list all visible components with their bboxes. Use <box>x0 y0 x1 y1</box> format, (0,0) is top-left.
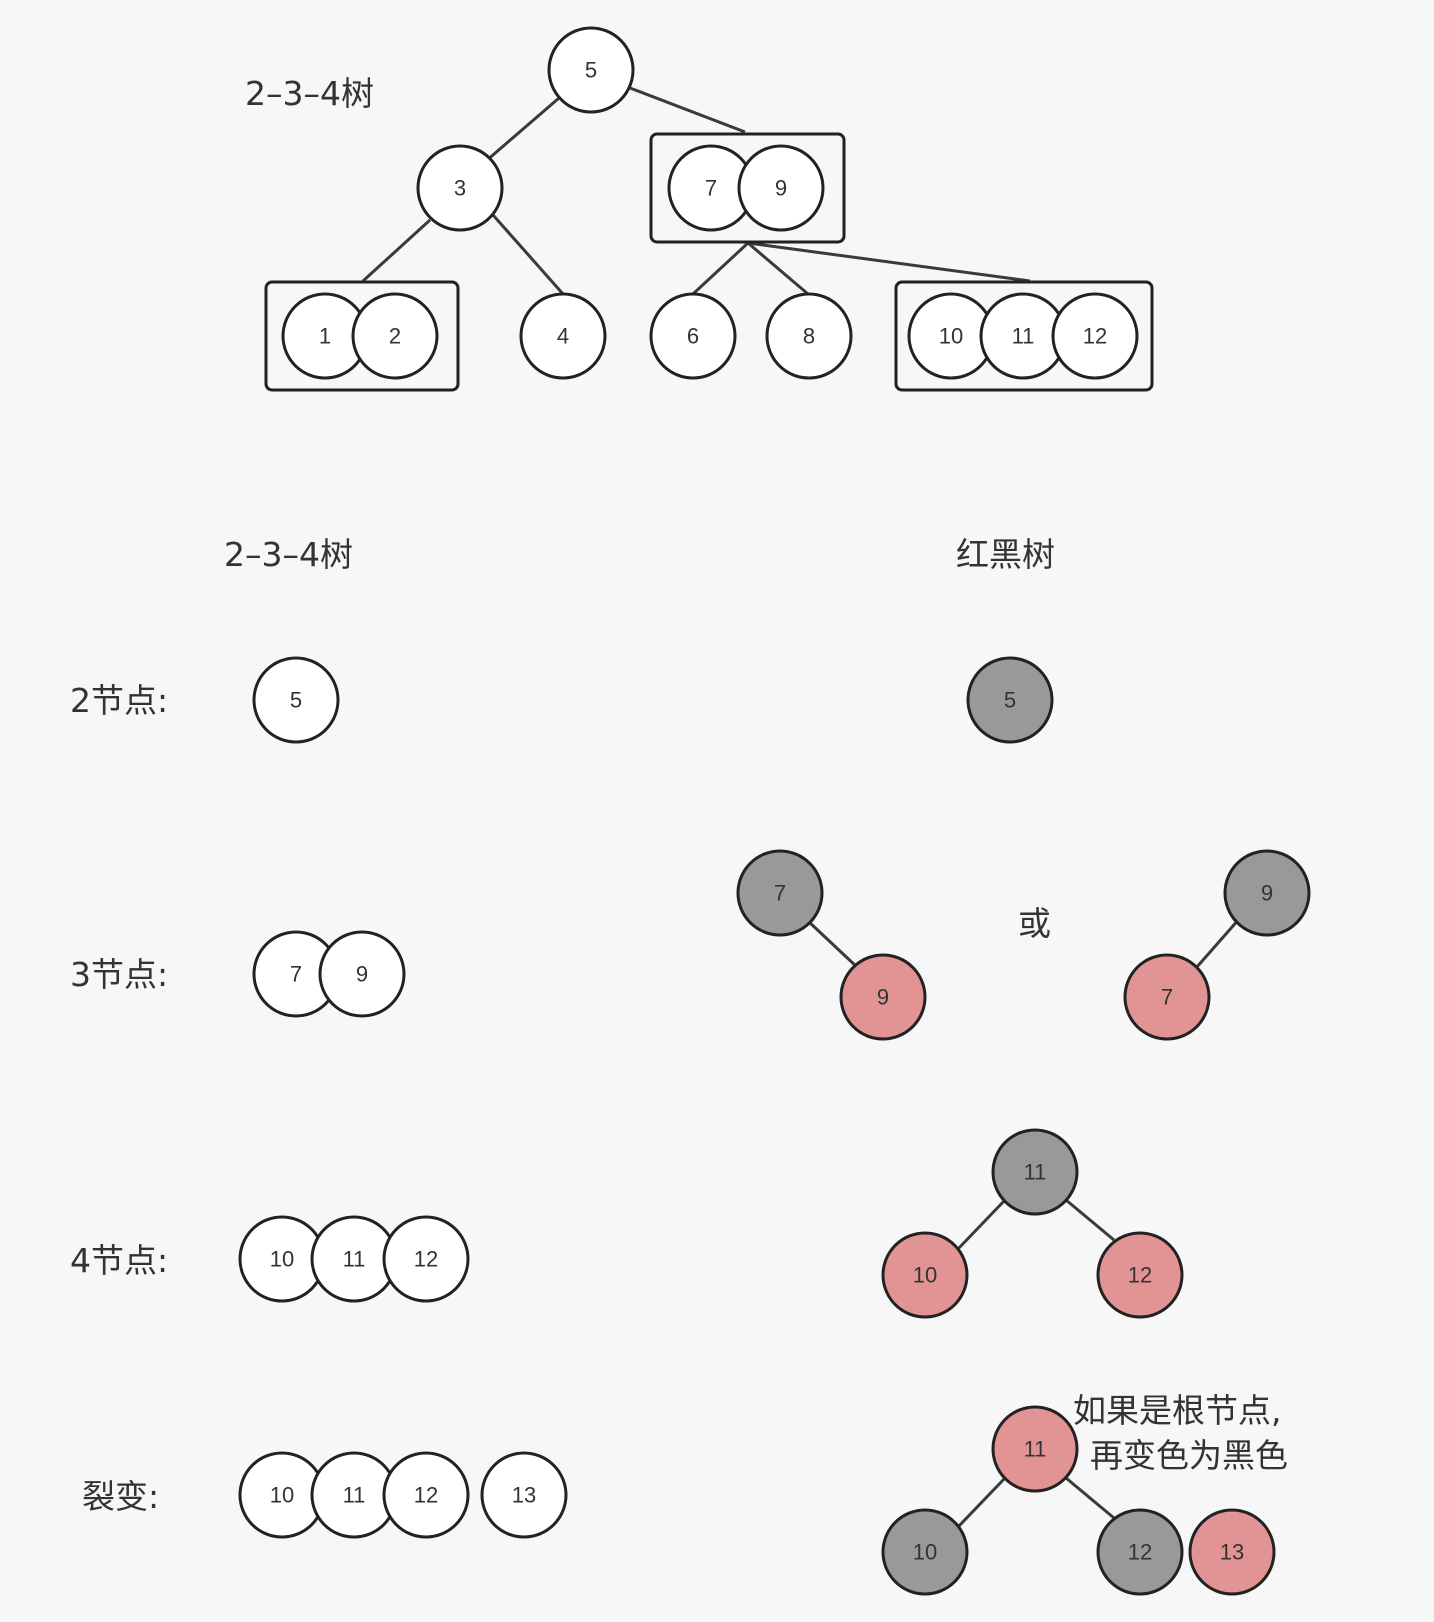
node-9: 9 <box>737 144 825 232</box>
rb-4n-left: 10 <box>881 1231 969 1319</box>
rb-sp-left: 10 <box>881 1508 969 1596</box>
svg-text:2: 2 <box>389 324 401 349</box>
rb-b-parent: 9 <box>1223 849 1311 937</box>
svg-text:5: 5 <box>1004 688 1016 713</box>
edge-3-12 <box>361 218 432 283</box>
row-2node-rb: 5 <box>966 656 1054 744</box>
node-2: 2 <box>351 292 439 380</box>
svg-text:11: 11 <box>1024 1160 1047 1185</box>
svg-text:7: 7 <box>774 881 786 906</box>
node-3: 3 <box>416 144 504 232</box>
svg-text:11: 11 <box>1012 324 1035 349</box>
svg-text:10: 10 <box>270 1247 294 1272</box>
svg-text:13: 13 <box>512 1483 536 1508</box>
svg-text:4: 4 <box>557 324 569 349</box>
column-title-rb: 红黑树 <box>956 535 1055 574</box>
svg-text:12: 12 <box>1128 1540 1152 1565</box>
row-3node-234: 7 9 <box>252 930 406 1018</box>
rb-sp-root: 11 <box>991 1405 1079 1493</box>
top-tree: 5 3 7 9 1 2 4 6 8 10 11 12 <box>264 26 1154 392</box>
svg-text:7: 7 <box>1161 985 1173 1010</box>
node-sp-13: 13 <box>480 1451 568 1539</box>
svg-text:7: 7 <box>290 962 302 987</box>
rb-sp-extra: 13 <box>1188 1508 1276 1596</box>
svg-text:1: 1 <box>319 324 331 349</box>
node-4n-12: 12 <box>382 1215 470 1303</box>
svg-text:13: 13 <box>1220 1540 1244 1565</box>
rb-4n-right: 12 <box>1096 1231 1184 1319</box>
row-2node-234: 5 <box>252 656 340 744</box>
edge-5-79 <box>629 86 746 134</box>
row-label-2node: 2节点: <box>70 681 168 720</box>
row-3node-rb-a: 7 9 <box>736 849 927 1041</box>
row-4node-234: 10 11 12 <box>238 1215 470 1303</box>
svg-text:7: 7 <box>705 176 717 201</box>
svg-text:12: 12 <box>414 1247 438 1272</box>
svg-text:11: 11 <box>343 1483 366 1508</box>
rb-b-child: 7 <box>1123 953 1211 1041</box>
rb-a-child: 9 <box>839 953 927 1041</box>
svg-text:10: 10 <box>939 324 963 349</box>
svg-text:10: 10 <box>913 1263 937 1288</box>
svg-text:9: 9 <box>356 962 368 987</box>
node-3n-9: 9 <box>318 930 406 1018</box>
note-line-1: 如果是根节点, <box>1073 1391 1282 1430</box>
node-5: 5 <box>547 26 635 114</box>
note-line-2: 再变色为黑色 <box>1090 1436 1288 1475</box>
edge-79-101112 <box>747 241 1031 283</box>
node-4: 4 <box>519 292 607 380</box>
row-3node-rb-b: 9 7 <box>1123 849 1311 1041</box>
row-4node-rb: 11 10 12 <box>881 1128 1184 1319</box>
svg-text:12: 12 <box>414 1483 438 1508</box>
svg-text:9: 9 <box>877 985 889 1010</box>
rb-sp-right: 12 <box>1096 1508 1184 1596</box>
column-title-234: 2–3–4树 <box>224 535 353 574</box>
rb-4n-root: 11 <box>991 1128 1079 1216</box>
node-12: 12 <box>1051 292 1139 380</box>
svg-text:8: 8 <box>803 324 815 349</box>
row-label-3node: 3节点: <box>70 955 168 994</box>
svg-text:11: 11 <box>343 1247 366 1272</box>
svg-text:9: 9 <box>1261 881 1273 906</box>
svg-text:5: 5 <box>290 688 302 713</box>
row-label-4node: 4节点: <box>70 1241 168 1280</box>
row-label-split: 裂变: <box>82 1477 159 1516</box>
svg-text:9: 9 <box>775 176 787 201</box>
node-6: 6 <box>649 292 737 380</box>
rb-a-parent: 7 <box>736 849 824 937</box>
node-sp-12: 12 <box>382 1451 470 1539</box>
svg-text:10: 10 <box>270 1483 294 1508</box>
edge-3-4 <box>491 214 565 295</box>
svg-text:3: 3 <box>454 176 466 201</box>
svg-text:5: 5 <box>585 58 597 83</box>
svg-text:10: 10 <box>913 1540 937 1565</box>
svg-text:12: 12 <box>1128 1263 1152 1288</box>
or-label: 或 <box>1018 904 1051 943</box>
edge-79-6 <box>691 241 750 296</box>
svg-text:6: 6 <box>687 324 699 349</box>
node-8: 8 <box>765 292 853 380</box>
tree-diagram: 2–3–4树 2–3–4树 红黑树 2节点: 3节点: 4节点: 裂变: 或 如… <box>70 26 1311 1596</box>
top-title: 2–3–4树 <box>245 74 374 113</box>
row-split-234: 10 11 12 13 <box>238 1451 568 1539</box>
svg-text:12: 12 <box>1083 324 1107 349</box>
svg-text:11: 11 <box>1024 1437 1047 1462</box>
edge-5-3 <box>485 96 560 163</box>
